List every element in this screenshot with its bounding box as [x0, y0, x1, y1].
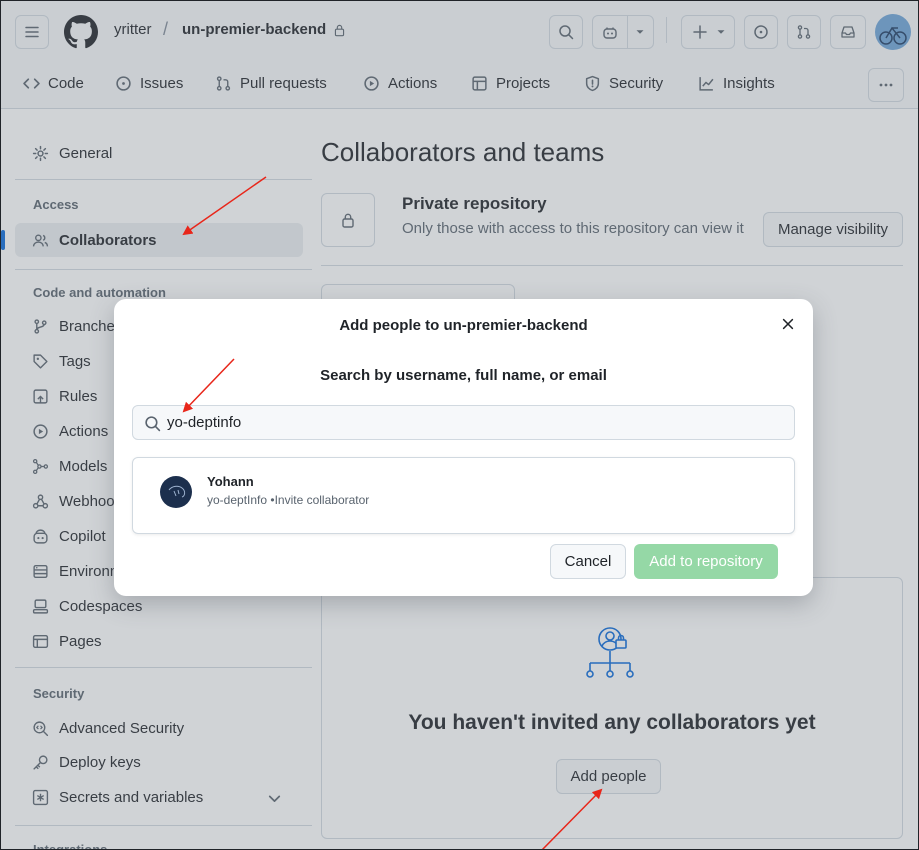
- result-username: yo-deptInfo •Invite collaborator: [207, 493, 370, 507]
- browser-frame: yritter / un-premier-backend Code Issues…: [0, 0, 919, 850]
- result-name: Yohann: [207, 474, 254, 489]
- close-icon[interactable]: [781, 317, 795, 331]
- cancel-button[interactable]: Cancel: [550, 544, 626, 579]
- add-people-dialog: Add people to un-premier-backend Search …: [114, 299, 813, 596]
- search-field: [132, 405, 795, 440]
- add-to-repository-button[interactable]: Add to repository: [634, 544, 778, 579]
- dialog-title: Add people to un-premier-backend: [339, 317, 588, 334]
- search-icon: [145, 416, 161, 432]
- result-avatar: [160, 476, 192, 508]
- search-input[interactable]: [167, 406, 787, 439]
- avatar-image-icon: [168, 485, 186, 498]
- search-label: Search by username, full name, or email: [320, 367, 607, 384]
- search-result-item[interactable]: Yohann yo-deptInfo •Invite collaborator: [132, 457, 795, 534]
